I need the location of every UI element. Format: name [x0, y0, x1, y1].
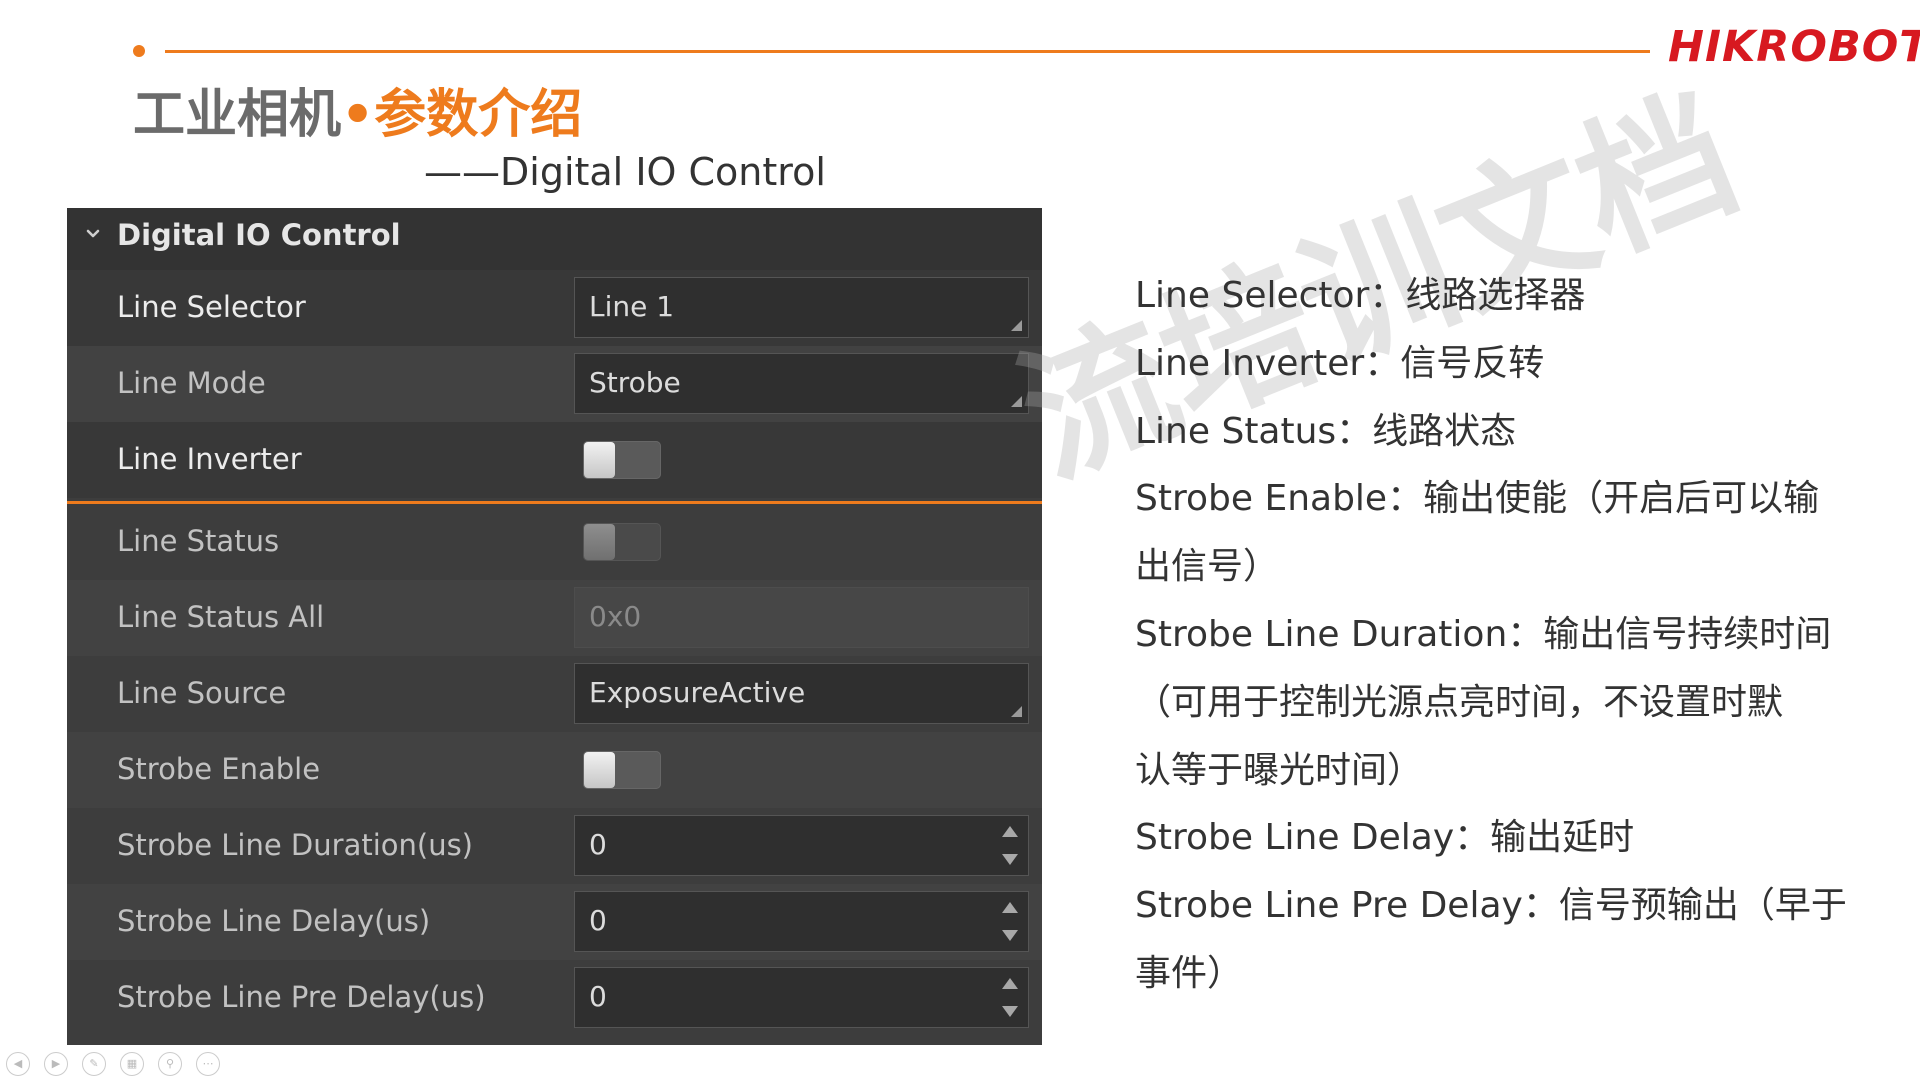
row-label: Strobe Enable [117, 752, 321, 786]
row-line-status: Line Status [67, 504, 1042, 580]
line-source-dropdown[interactable]: ExposureActive [574, 663, 1029, 724]
row-line-inverter: Line Inverter [67, 422, 1042, 498]
row-label: Line Mode [117, 366, 266, 400]
row-line-mode: Line Mode Strobe [67, 346, 1042, 422]
spin-up-icon[interactable] [1002, 978, 1018, 989]
strobe-line-duration-spinbox[interactable]: 0 [574, 815, 1029, 876]
panel-header[interactable]: Digital IO Control [67, 208, 1042, 270]
desc-line: Strobe Enable：输出使能（开启后可以输 [1135, 478, 1820, 520]
description-text: Line Selector：线路选择器 Line Inverter：信号反转 L… [1135, 262, 1847, 1008]
desc-line: 认等于曝光时间） [1135, 749, 1424, 791]
spinbox-value: 0 [589, 828, 607, 861]
desc-line: Line Selector：线路选择器 [1135, 275, 1586, 316]
desc-line: Strobe Line Pre Delay：信号预输出（早于 [1135, 885, 1847, 927]
page-subtitle: ——Digital IO Control [424, 150, 826, 194]
title-sub: 参数介绍 [374, 85, 583, 145]
row-line-selector: Line Selector Line 1 [67, 270, 1042, 346]
row-strobe-line-duration: Strobe Line Duration(us) 0 [67, 808, 1042, 884]
prev-slide-icon[interactable]: ◀ [6, 1052, 30, 1076]
header-dot [133, 45, 145, 57]
panel-title: Digital IO Control [117, 218, 401, 252]
pen-icon[interactable]: ✎ [82, 1052, 106, 1076]
dropdown-value: ExposureActive [589, 676, 806, 709]
toggle-knob [584, 524, 615, 560]
dropdown-corner-icon [1011, 396, 1022, 407]
row-line-status-all: Line Status All 0x0 [67, 580, 1042, 656]
spin-down-icon[interactable] [1002, 854, 1018, 865]
row-line-source: Line Source ExposureActive [67, 656, 1042, 732]
strobe-line-pre-delay-spinbox[interactable]: 0 [574, 967, 1029, 1028]
strobe-line-delay-spinbox[interactable]: 0 [574, 891, 1029, 952]
zoom-icon[interactable]: ⚲ [158, 1052, 182, 1076]
slide: HIKROBOT 工业相机•参数介绍 ——Digital IO Control … [0, 0, 1920, 1080]
dropdown-corner-icon [1011, 320, 1022, 331]
strobe-enable-toggle[interactable] [583, 751, 661, 789]
row-label: Line Status All [117, 600, 325, 634]
slides-grid-icon[interactable]: ▦ [120, 1052, 144, 1076]
spin-up-icon[interactable] [1002, 902, 1018, 913]
row-label: Strobe Line Pre Delay(us) [117, 980, 486, 1014]
row-strobe-enable: Strobe Enable [67, 732, 1042, 808]
row-label: Line Selector [117, 290, 306, 324]
toggle-knob [584, 752, 615, 788]
header-rule [165, 50, 1650, 53]
toggle-knob [584, 442, 615, 478]
row-label: Strobe Line Duration(us) [117, 828, 474, 862]
brand-logo: HIKROBOT [1668, 22, 1920, 72]
row-label: Line Status [117, 524, 280, 558]
page-title: 工业相机•参数介绍 [133, 72, 582, 147]
desc-line: （可用于控制光源点亮时间，不设置时默 [1135, 681, 1784, 723]
dropdown-value: Strobe [589, 366, 681, 399]
line-mode-dropdown[interactable]: Strobe [574, 353, 1029, 414]
row-label: Line Source [117, 676, 287, 710]
row-label: Line Inverter [117, 442, 302, 476]
spin-down-icon[interactable] [1002, 930, 1018, 941]
desc-line: Strobe Line Delay：输出延时 [1135, 817, 1635, 859]
row-strobe-line-delay: Strobe Line Delay(us) 0 [67, 884, 1042, 960]
dropdown-value: Line 1 [589, 290, 675, 323]
desc-line: 出信号） [1135, 546, 1280, 588]
chevron-down-icon[interactable] [83, 224, 103, 244]
row-label: Strobe Line Delay(us) [117, 904, 431, 938]
dropdown-corner-icon [1011, 706, 1022, 717]
digital-io-panel: Digital IO Control Line Selector Line 1 … [67, 208, 1042, 1045]
title-dot: • [341, 85, 375, 145]
row-strobe-line-pre-delay: Strobe Line Pre Delay(us) 0 [67, 960, 1042, 1036]
line-status-toggle [583, 523, 661, 561]
desc-line: Strobe Line Duration：输出信号持续时间 [1135, 613, 1832, 655]
line-selector-dropdown[interactable]: Line 1 [574, 277, 1029, 338]
spin-up-icon[interactable] [1002, 826, 1018, 837]
spin-down-icon[interactable] [1002, 1006, 1018, 1017]
next-slide-icon[interactable]: ▶ [44, 1052, 68, 1076]
spinbox-value: 0 [589, 980, 607, 1013]
more-icon[interactable]: ⋯ [196, 1052, 220, 1076]
line-inverter-toggle[interactable] [583, 441, 661, 479]
desc-line: Line Inverter：信号反转 [1135, 342, 1545, 384]
line-status-all-field: 0x0 [574, 587, 1029, 648]
title-main: 工业相机 [133, 85, 342, 145]
desc-line: Line Status：线路状态 [1135, 410, 1517, 452]
spinbox-value: 0 [589, 904, 607, 937]
desc-line: 事件） [1135, 952, 1244, 994]
field-value: 0x0 [589, 600, 642, 633]
